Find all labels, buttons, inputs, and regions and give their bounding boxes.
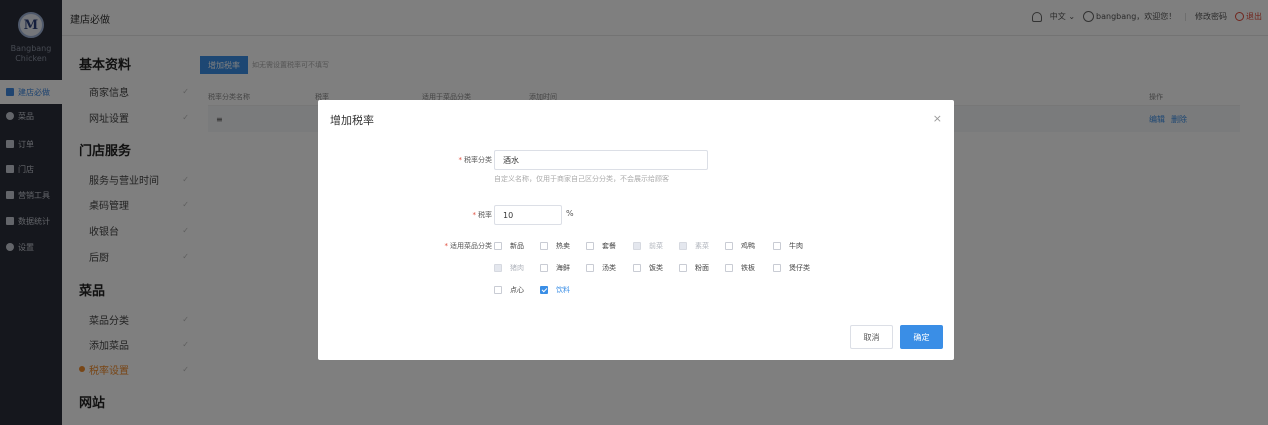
checkbox-box: [679, 264, 687, 272]
applies-label: * 适用菜品分类: [418, 241, 493, 251]
category-label-text: 税率分类: [464, 156, 492, 164]
applies-label-text: 适用菜品分类: [450, 242, 492, 250]
required-mark: *: [458, 156, 463, 164]
category-checkbox-teppanyaki[interactable]: 铁板: [725, 262, 755, 274]
category-checkbox-noodles[interactable]: 粉面: [679, 262, 709, 274]
category-checkbox-seafood[interactable]: 海鲜: [540, 262, 570, 274]
category-checkbox-soup[interactable]: 汤类: [586, 262, 616, 274]
category-checkbox-claypot[interactable]: 煲仔类: [773, 262, 810, 274]
confirm-button[interactable]: 确定: [900, 325, 943, 349]
checkbox-label: 前菜: [649, 242, 663, 250]
checkbox-label: 海鲜: [556, 264, 570, 272]
checkbox-label: 素菜: [695, 242, 709, 250]
checkbox-box: [586, 242, 594, 250]
rate-label-text: 税率: [478, 211, 492, 219]
category-checkbox-pork: 猪肉: [494, 262, 524, 274]
rate-input[interactable]: 10: [494, 205, 562, 225]
checkbox-box: [494, 242, 502, 250]
checkbox-label: 粉面: [695, 264, 709, 272]
dialog-title: 增加税率: [330, 114, 374, 127]
category-checkbox-dim-sum[interactable]: 点心: [494, 284, 524, 296]
checkbox-box: [540, 242, 548, 250]
checkbox-label: 饭类: [649, 264, 663, 272]
checkbox-label: 汤类: [602, 264, 616, 272]
required-mark: *: [472, 211, 477, 219]
percent-unit: %: [566, 209, 574, 218]
checkbox-box: [773, 242, 781, 250]
checkbox-box: [494, 264, 502, 272]
category-checkbox-set-meal[interactable]: 套餐: [586, 240, 616, 252]
checkbox-box: [725, 264, 733, 272]
checkbox-box: [633, 264, 641, 272]
checkbox-box: [633, 242, 641, 250]
category-checkbox-drinks[interactable]: 饮料: [540, 284, 570, 296]
checkbox-box: [725, 242, 733, 250]
checkbox-label: 点心: [510, 286, 524, 294]
cancel-button[interactable]: 取消: [850, 325, 893, 349]
required-mark: *: [444, 242, 449, 250]
category-checkbox-vegetable: 素菜: [679, 240, 709, 252]
category-checkbox-starter: 前菜: [633, 240, 663, 252]
category-hint: 自定义名称，仅用于商家自己区分分类，不会展示给顾客: [494, 175, 669, 183]
category-label: * 税率分类: [428, 155, 493, 165]
category-input[interactable]: 酒水: [494, 150, 708, 170]
checkbox-label: 铁板: [741, 264, 755, 272]
checkbox-label: 饮料: [556, 286, 570, 294]
checkbox-box: [586, 264, 594, 272]
add-tax-rate-dialog: 增加税率 × * 税率分类 酒水 自定义名称，仅用于商家自己区分分类，不会展示给顾…: [318, 100, 954, 360]
checkbox-box: [494, 286, 502, 294]
checkbox-label: 煲仔类: [789, 264, 810, 272]
checkbox-label: 鸡鸭: [741, 242, 755, 250]
checkbox-label: 热卖: [556, 242, 570, 250]
category-checkbox-poultry[interactable]: 鸡鸭: [725, 240, 755, 252]
category-checkbox-rice[interactable]: 饭类: [633, 262, 663, 274]
rate-label: * 税率: [428, 210, 493, 220]
checkbox-box: [679, 242, 687, 250]
checkbox-box: [540, 264, 548, 272]
category-checkbox-beef[interactable]: 牛肉: [773, 240, 803, 252]
checkbox-box: [773, 264, 781, 272]
checkbox-box: [540, 286, 548, 294]
category-checkbox-hot[interactable]: 热卖: [540, 240, 570, 252]
checkbox-label: 套餐: [602, 242, 616, 250]
category-checkbox-new[interactable]: 新品: [494, 240, 524, 252]
checkbox-label: 牛肉: [789, 242, 803, 250]
close-icon[interactable]: ×: [933, 112, 942, 125]
checkbox-label: 猪肉: [510, 264, 524, 272]
checkbox-label: 新品: [510, 242, 524, 250]
